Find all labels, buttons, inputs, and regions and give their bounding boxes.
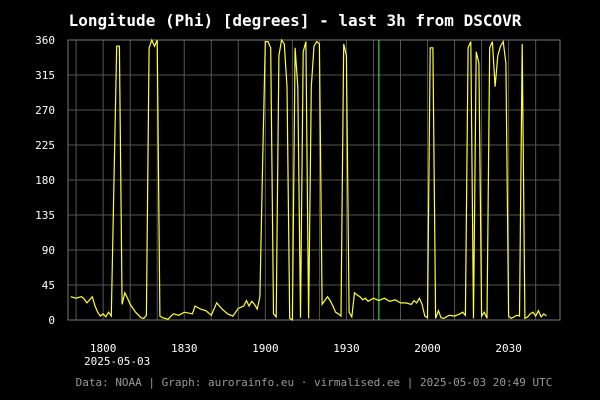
y-tick-label: 225 [35,139,55,152]
x-tick-label: 1830 [171,342,198,355]
x-tick-label: 2030 [495,342,522,355]
y-tick-label: 135 [35,209,55,222]
x-tick-label: 2000 [414,342,441,355]
y-tick-label: 315 [35,69,55,82]
y-tick-label: 270 [35,104,55,117]
chart-title: Longitude (Phi) [degrees] - last 3h from… [69,11,522,30]
y-tick-label: 0 [48,314,55,327]
x-tick-label: 1800 [90,342,117,355]
y-tick-label: 45 [42,279,55,292]
y-tick-label: 180 [35,174,55,187]
y-tick-labels: 0 45 90 135 180 225 270 315 360 [35,34,55,327]
longitude-phi-chart: Longitude (Phi) [degrees] - last 3h from… [35,11,561,389]
x-tick-label: 1930 [333,342,360,355]
gridlines [68,39,560,321]
x-tick-labels: 1800 1830 1900 1930 2000 2030 [90,342,522,355]
date-label: 2025-05-03 [84,355,150,368]
x-tick-label: 1900 [252,342,279,355]
footer-credits: Data: NOAA | Graph: aurorainfo.eu · virm… [76,376,553,389]
y-tick-label: 90 [42,244,55,257]
y-tick-label: 360 [35,34,55,47]
